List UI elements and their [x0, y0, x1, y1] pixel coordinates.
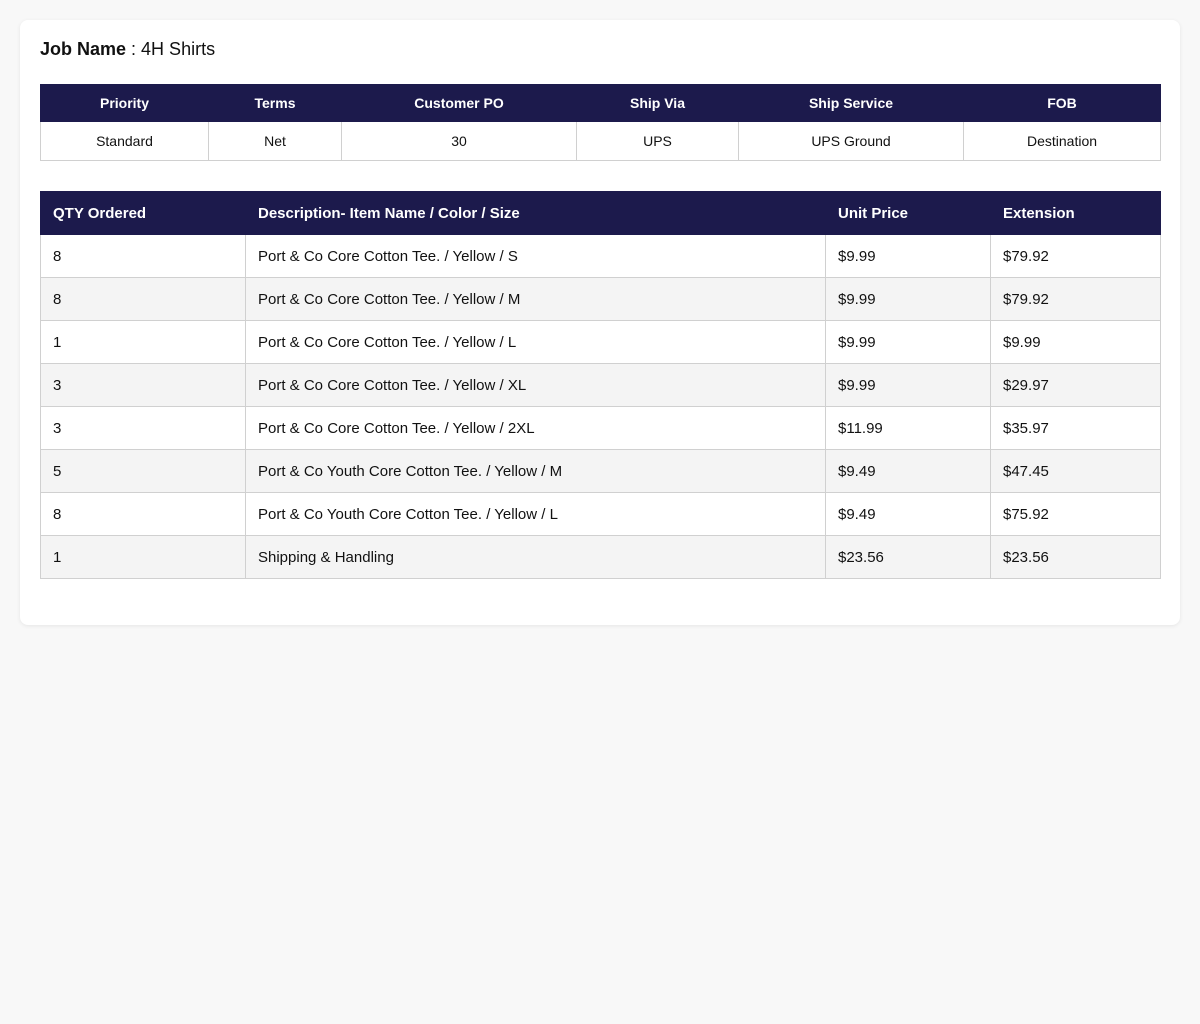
- row-description: Port & Co Core Cotton Tee. / Yellow / L: [245, 320, 826, 364]
- job-name-label: Job Name: [40, 39, 127, 59]
- order-meta-table: Priority Terms Customer PO Ship Via Ship…: [40, 84, 1161, 161]
- row-description: Port & Co Core Cotton Tee. / Yellow / M: [245, 277, 826, 321]
- meta-value-fob: Destination: [963, 121, 1161, 161]
- table-row: 3 Port & Co Core Cotton Tee. / Yellow / …: [40, 406, 1161, 450]
- meta-value-priority: Standard: [40, 121, 209, 161]
- row-description: Port & Co Youth Core Cotton Tee. / Yello…: [245, 449, 826, 493]
- row-unit-price: $9.99: [825, 277, 991, 321]
- row-extension: $35.97: [990, 406, 1161, 450]
- row-qty: 8: [40, 234, 246, 278]
- table-row: 3 Port & Co Core Cotton Tee. / Yellow / …: [40, 363, 1161, 407]
- row-qty: 1: [40, 320, 246, 364]
- row-description: Shipping & Handling: [245, 535, 826, 579]
- row-extension: $79.92: [990, 277, 1161, 321]
- items-header-extension: Extension: [990, 191, 1161, 235]
- row-extension: $79.92: [990, 234, 1161, 278]
- row-description: Port & Co Core Cotton Tee. / Yellow / S: [245, 234, 826, 278]
- row-unit-price: $23.56: [825, 535, 991, 579]
- row-extension: $9.99: [990, 320, 1161, 364]
- table-row: 1 Shipping & Handling $23.56 $23.56: [40, 535, 1161, 579]
- row-extension: $75.92: [990, 492, 1161, 536]
- table-row: 8 Port & Co Core Cotton Tee. / Yellow / …: [40, 234, 1161, 278]
- items-header-row: QTY Ordered Description- Item Name / Col…: [40, 191, 1161, 235]
- order-card: Job Name : 4H Shirts Priority Terms Cust…: [20, 20, 1180, 625]
- table-row: 1 Port & Co Core Cotton Tee. / Yellow / …: [40, 320, 1161, 364]
- row-extension: $29.97: [990, 363, 1161, 407]
- row-unit-price: $9.99: [825, 363, 991, 407]
- row-description: Port & Co Core Cotton Tee. / Yellow / XL: [245, 363, 826, 407]
- meta-value-customer-po: 30: [341, 121, 577, 161]
- row-extension: $47.45: [990, 449, 1161, 493]
- table-row: 8 Port & Co Core Cotton Tee. / Yellow / …: [40, 277, 1161, 321]
- meta-header-ship-service: Ship Service: [738, 84, 964, 122]
- meta-header-fob: FOB: [963, 84, 1161, 122]
- job-name-value: 4H Shirts: [141, 39, 216, 59]
- row-unit-price: $9.99: [825, 320, 991, 364]
- meta-header-ship-via: Ship Via: [576, 84, 739, 122]
- row-qty: 1: [40, 535, 246, 579]
- row-description: Port & Co Core Cotton Tee. / Yellow / 2X…: [245, 406, 826, 450]
- meta-header-row: Priority Terms Customer PO Ship Via Ship…: [40, 84, 1161, 122]
- row-unit-price: $9.49: [825, 449, 991, 493]
- row-qty: 8: [40, 492, 246, 536]
- row-qty: 5: [40, 449, 246, 493]
- items-header-unit-price: Unit Price: [825, 191, 991, 235]
- row-unit-price: $11.99: [825, 406, 991, 450]
- meta-header-customer-po: Customer PO: [341, 84, 577, 122]
- row-qty: 3: [40, 363, 246, 407]
- meta-value-row: Standard Net 30 UPS UPS Ground Destinati…: [40, 121, 1161, 161]
- meta-header-priority: Priority: [40, 84, 209, 122]
- row-qty: 8: [40, 277, 246, 321]
- row-unit-price: $9.99: [825, 234, 991, 278]
- table-row: 8 Port & Co Youth Core Cotton Tee. / Yel…: [40, 492, 1161, 536]
- meta-header-terms: Terms: [208, 84, 342, 122]
- row-extension: $23.56: [990, 535, 1161, 579]
- items-header-qty: QTY Ordered: [40, 191, 246, 235]
- row-qty: 3: [40, 406, 246, 450]
- meta-value-terms: Net: [208, 121, 342, 161]
- row-description: Port & Co Youth Core Cotton Tee. / Yello…: [245, 492, 826, 536]
- row-unit-price: $9.49: [825, 492, 991, 536]
- job-name-separator: :: [126, 39, 142, 59]
- meta-value-ship-via: UPS: [576, 121, 739, 161]
- meta-value-ship-service: UPS Ground: [738, 121, 964, 161]
- job-name-line: Job Name : 4H Shirts: [40, 38, 1160, 60]
- table-row: 5 Port & Co Youth Core Cotton Tee. / Yel…: [40, 449, 1161, 493]
- line-items-table: QTY Ordered Description- Item Name / Col…: [40, 191, 1161, 579]
- items-header-description: Description- Item Name / Color / Size: [245, 191, 826, 235]
